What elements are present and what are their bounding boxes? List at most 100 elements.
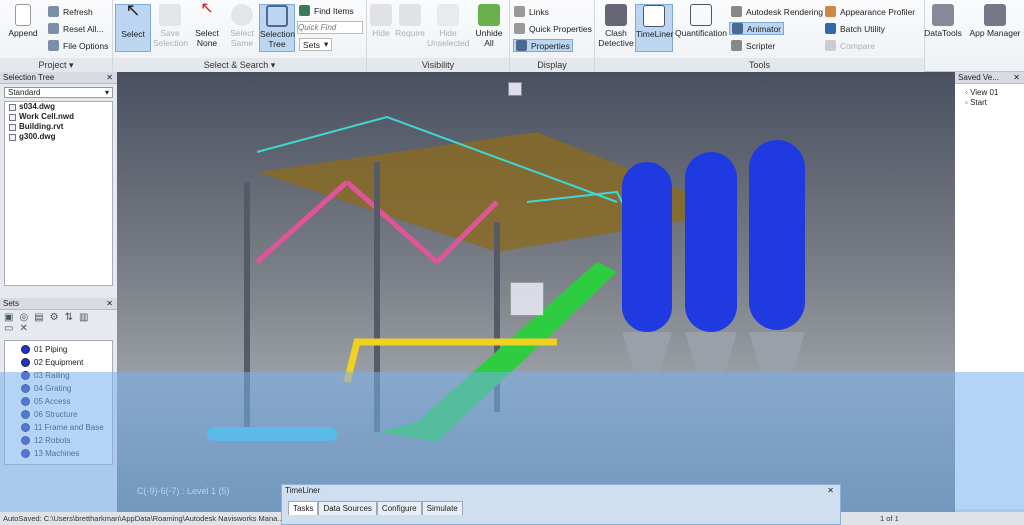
select-label: Select — [121, 29, 145, 39]
set-item[interactable]: 12 Robots — [5, 434, 112, 447]
expand-icon[interactable] — [9, 103, 16, 111]
file-options-icon — [48, 40, 59, 51]
set-item[interactable]: 03 Railing — [5, 369, 112, 382]
group-label-project[interactable]: Project ▾ — [0, 58, 112, 72]
file-options-button[interactable]: File Options — [48, 40, 108, 51]
tree-item[interactable]: Work Cell.nwd — [5, 112, 112, 122]
links-icon — [514, 6, 525, 17]
batch-utility-label: Batch Utility — [840, 23, 885, 34]
quick-properties-button[interactable]: Quick Properties — [514, 23, 592, 34]
find-items-icon — [299, 5, 310, 16]
tree-item[interactable]: Building.rvt — [5, 122, 112, 132]
batch-utility-button[interactable]: Batch Utility — [825, 23, 885, 34]
saved-view-item[interactable]: ◦ Start — [965, 98, 1024, 108]
close-icon[interactable]: ✕ — [827, 485, 834, 497]
hide-unselected-button[interactable]: Hide Unselected — [427, 4, 470, 48]
hide-button[interactable]: Hide — [369, 4, 393, 38]
group-label-select-search[interactable]: Select & Search ▾ — [113, 58, 366, 72]
quantification-button[interactable]: Quantification — [675, 4, 727, 38]
refresh-icon — [48, 6, 59, 17]
clash-detective-label: Clash Detective — [598, 28, 634, 48]
datatools-icon — [932, 4, 954, 26]
select-same-button[interactable]: Select Same — [227, 4, 257, 48]
set-item[interactable]: 13 Machines — [5, 447, 112, 460]
viewport-pin-button[interactable] — [508, 82, 522, 96]
group-project: Append Refresh Reset All... File Options… — [0, 0, 113, 72]
tab-data-sources[interactable]: Data Sources — [318, 501, 377, 515]
group-select-search: ↖ Select Save Selection ↖ Select None Sele… — [113, 0, 367, 72]
set-item[interactable]: 06 Structure — [5, 408, 112, 421]
set-item[interactable]: 01 Piping — [5, 343, 112, 356]
save-selection-label: Save Selection — [153, 28, 188, 48]
panel-splitter[interactable] — [0, 288, 117, 298]
clash-detective-button[interactable]: Clash Detective — [597, 4, 635, 48]
set-label: 12 Robots — [34, 436, 71, 445]
set-label: 11 Frame and Base — [34, 423, 104, 432]
unhide-all-button[interactable]: Unhide All — [473, 4, 505, 48]
tree-item[interactable]: g300.dwg — [5, 132, 112, 142]
navigation-control[interactable] — [510, 282, 544, 316]
selection-tree-button[interactable]: Selection Tree — [259, 4, 295, 52]
animator-button[interactable]: Animator — [729, 22, 785, 35]
append-button[interactable]: Append — [6, 4, 40, 38]
tree-item-label: g300.dwg — [19, 132, 56, 141]
properties-button[interactable]: Properties — [513, 39, 573, 52]
properties-label: Properties — [531, 40, 570, 51]
refresh-button[interactable]: Refresh — [48, 6, 93, 17]
reset-all-label: Reset All... — [63, 23, 104, 34]
saved-view-label: View 01 — [970, 88, 999, 97]
close-icon[interactable]: ✕ — [106, 72, 113, 84]
set-item[interactable]: 02 Equipment — [5, 356, 112, 369]
saved-view-item[interactable]: ◦ View 01 — [965, 88, 1024, 98]
autodesk-rendering-button[interactable]: Autodesk Rendering — [731, 6, 823, 17]
set-item[interactable]: 11 Frame and Base — [5, 421, 112, 434]
quick-find-input[interactable] — [297, 21, 363, 34]
set-label: 02 Equipment — [34, 358, 84, 367]
find-items-button[interactable]: Find Items — [299, 5, 354, 16]
set-icon — [21, 345, 30, 354]
expand-icon[interactable] — [9, 123, 16, 131]
set-item[interactable]: 05 Access — [5, 395, 112, 408]
require-button[interactable]: Require — [395, 4, 425, 38]
quick-properties-label: Quick Properties — [529, 23, 592, 34]
sets-toolbar-icons[interactable]: ▣◎▤⚙⇅▥ ▭✕ — [4, 312, 94, 334]
tree-mode-select[interactable]: Standard ▾ — [4, 87, 113, 98]
expand-icon[interactable] — [9, 113, 16, 121]
set-item[interactable]: 04 Grating — [5, 382, 112, 395]
expand-icon[interactable] — [9, 133, 16, 141]
datatools-button[interactable]: DataTools — [922, 4, 964, 38]
status-text: AutoSaved: C:\Users\brettharkman\AppData… — [3, 514, 284, 523]
clash-detective-icon — [605, 4, 627, 26]
timeliner-button[interactable]: TimeLiner — [635, 4, 673, 52]
cursor-icon: ↖ — [125, 0, 141, 20]
animator-icon — [732, 23, 743, 34]
links-button[interactable]: Links — [514, 6, 549, 17]
tree-item[interactable]: s034.dwg — [5, 102, 112, 112]
select-none-button[interactable]: ↖ Select None — [191, 1, 223, 49]
reset-all-button[interactable]: Reset All... — [48, 23, 104, 34]
set-label: 03 Railing — [34, 371, 70, 380]
tab-tasks[interactable]: Tasks — [288, 501, 319, 515]
grid-location-readout: C(-9)-6(-7) : Level 1 (5) — [137, 486, 230, 496]
sets-list: 01 Piping 02 Equipment 03 Railing 04 Gra… — [4, 340, 113, 465]
3d-viewport[interactable]: C(-9)-6(-7) : Level 1 (5) — [117, 72, 955, 512]
timeliner-title: TimeLiner — [285, 486, 321, 495]
app-manager-button[interactable]: App Manager — [968, 4, 1022, 38]
sets-dropdown[interactable]: Sets ▾ — [299, 38, 333, 51]
app-manager-label: App Manager — [969, 28, 1021, 38]
compare-button[interactable]: Compare — [825, 40, 875, 51]
tab-configure[interactable]: Configure — [376, 501, 422, 515]
appearance-profiler-button[interactable]: Appearance Profiler — [825, 6, 915, 17]
select-button[interactable]: ↖ Select — [115, 0, 151, 52]
properties-icon — [516, 40, 527, 51]
selection-tree-icon — [266, 5, 288, 27]
hide-icon — [370, 4, 392, 26]
close-icon[interactable]: ✕ — [106, 298, 113, 310]
close-icon[interactable]: ✕ — [1013, 72, 1020, 84]
save-selection-button[interactable]: Save Selection — [153, 4, 188, 48]
timeliner-tabs: Tasks Data Sources Configure Simulate — [282, 497, 840, 515]
set-icon — [21, 397, 30, 406]
scripter-button[interactable]: Scripter — [731, 40, 775, 51]
set-label: 05 Access — [34, 397, 71, 406]
tab-simulate[interactable]: Simulate — [421, 501, 463, 515]
